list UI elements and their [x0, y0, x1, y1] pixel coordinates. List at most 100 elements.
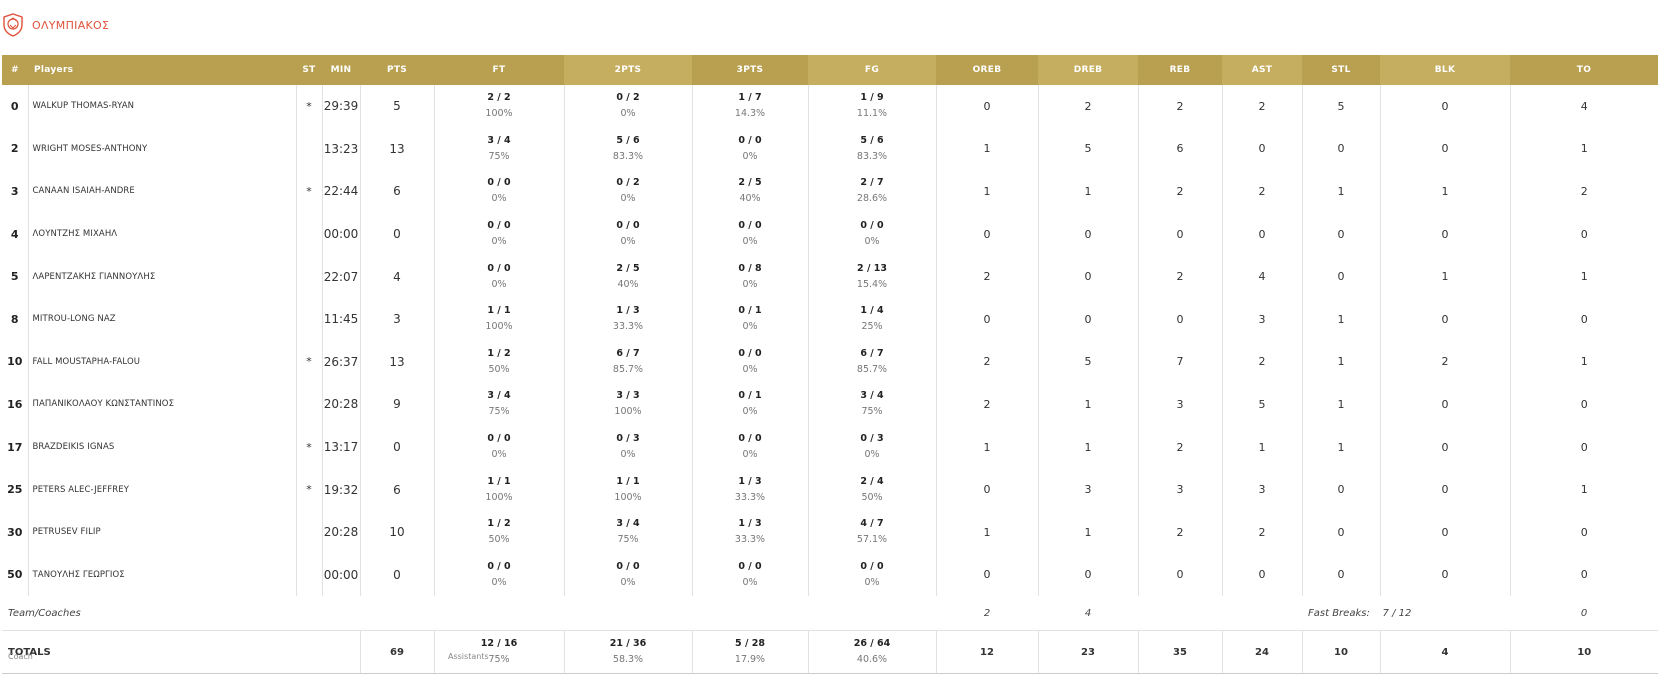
- player-3pts: 0 / 0 0%: [692, 553, 809, 597]
- player-minutes: 22:44: [322, 170, 361, 213]
- col-3pts[interactable]: 3PTS: [692, 55, 808, 85]
- player-to: 2: [1580, 184, 1588, 198]
- col-minutes[interactable]: MIN: [322, 55, 360, 85]
- starter-mark: [296, 127, 323, 171]
- player-fg: 0 / 0 0%: [808, 212, 937, 256]
- totals-ast: 24: [1222, 630, 1303, 675]
- col-reb[interactable]: REB: [1138, 55, 1222, 85]
- player-dreb: 2: [1038, 85, 1139, 128]
- player-fg: 2 / 13 15.4%: [808, 255, 937, 298]
- player-ft: 0 / 0 0%: [434, 255, 565, 298]
- col-points[interactable]: PTS: [360, 55, 434, 85]
- player-ast: 2: [1222, 510, 1303, 554]
- player-stl: 1: [1302, 297, 1381, 341]
- player-name[interactable]: WRIGHT MOSES-ANTHONY: [28, 127, 297, 171]
- player-2pts: 1 / 3 33.3%: [564, 297, 693, 341]
- player-minutes: 00:00: [322, 553, 361, 597]
- player-name[interactable]: MITROU-LONG NAZ: [28, 297, 297, 341]
- player-dreb: 1: [1038, 425, 1139, 469]
- col-stl[interactable]: STL: [1302, 55, 1380, 85]
- player-3pts: 0 / 0 0%: [692, 212, 809, 256]
- player-ft: 0 / 0 0%: [434, 425, 565, 469]
- player-ast: 2: [1222, 85, 1303, 128]
- col-ft[interactable]: FT: [434, 55, 564, 85]
- player-points: 10: [360, 510, 435, 554]
- player-name[interactable]: ΛΑΡΕΝΤΖΑΚΗΣ ΓΙΑΝΝΟΥΛΗΣ: [28, 255, 297, 298]
- player-name[interactable]: WALKUP THOMAS-RYAN: [28, 85, 297, 128]
- col-starter[interactable]: ST: [296, 55, 322, 85]
- player-fg: 3 / 4 75%: [808, 383, 937, 426]
- starter-mark: [296, 212, 323, 256]
- totals-to: 10: [1510, 630, 1658, 675]
- totals-fg: 26 / 64 40.6%: [808, 630, 937, 675]
- player-dreb: 5: [1038, 340, 1139, 384]
- col-number[interactable]: #: [2, 55, 28, 85]
- col-players[interactable]: Players: [28, 55, 296, 85]
- player-blk: 0: [1380, 127, 1511, 171]
- player-dreb: 0: [1038, 553, 1139, 597]
- player-minutes: 29:39: [322, 85, 361, 128]
- col-blk[interactable]: BLK: [1380, 55, 1510, 85]
- player-reb: 3: [1138, 383, 1223, 426]
- team-to: 0: [1580, 607, 1588, 619]
- player-name[interactable]: CANAAN ISAIAH-ANDRE: [28, 170, 297, 213]
- player-name[interactable]: ΛΟΥΝΤΖΗΣ ΜΙΧΑΗΛ: [28, 212, 297, 256]
- player-oreb: 2: [936, 255, 1039, 298]
- player-stl: 0: [1302, 255, 1381, 298]
- totals-stl: 10: [1302, 630, 1381, 675]
- player-name[interactable]: FALL MOUSTAPHA-FALOU: [28, 340, 297, 384]
- totals-3pts: 5 / 28 17.9%: [692, 630, 809, 675]
- player-points: 4: [360, 255, 435, 298]
- olympiacos-crest-icon: [0, 12, 26, 38]
- fast-breaks: Fast Breaks: 7 / 12: [1302, 596, 1510, 631]
- coach-label: Coach: [8, 652, 33, 661]
- fast-breaks-label: Fast Breaks:: [1308, 607, 1370, 619]
- player-number: 10: [2, 340, 29, 384]
- team-name[interactable]: ΟΛΥΜΠΙΑΚΟΣ: [32, 19, 109, 32]
- assistants-label: Assistants: [448, 652, 489, 661]
- col-dreb[interactable]: DREB: [1038, 55, 1138, 85]
- col-oreb[interactable]: OREB: [936, 55, 1038, 85]
- player-name[interactable]: PETRUSEV FILIP: [28, 510, 297, 554]
- player-reb: 2: [1138, 85, 1223, 128]
- starter-mark: [296, 297, 323, 341]
- player-ft: 3 / 4 75%: [434, 127, 565, 171]
- player-row: 4 ΛΟΥΝΤΖΗΣ ΜΙΧΑΗΛ 00:00 0 0 / 0 0% 0 / 00…: [2, 212, 1658, 256]
- totals-points: 69: [360, 630, 435, 675]
- player-row: 50 ΤΑΝΟΥΛΗΣ ΓΕΩΡΓΙΟΣ 00:00 0 0 / 0 0% 0 /…: [2, 553, 1658, 597]
- player-oreb: 0: [936, 553, 1039, 597]
- player-name[interactable]: PETERS ALEC-JEFFREY: [28, 468, 297, 511]
- player-row: 30 PETRUSEV FILIP 20:28 10 1 / 2 50% 3 / …: [2, 510, 1658, 554]
- player-to: 1: [1580, 270, 1588, 284]
- player-2pts: 6 / 7 85.7%: [564, 340, 693, 384]
- player-fg: 2 / 7 28.6%: [808, 170, 937, 213]
- player-name[interactable]: BRAZDEIKIS IGNAS: [28, 425, 297, 469]
- player-fg: 4 / 7 57.1%: [808, 510, 937, 554]
- col-2pts[interactable]: 2PTS: [564, 55, 692, 85]
- col-fg[interactable]: FG: [808, 55, 936, 85]
- player-ft: 1 / 1 100%: [434, 468, 565, 511]
- player-minutes: 22:07: [322, 255, 361, 298]
- player-stl: 0: [1302, 510, 1381, 554]
- player-ft: 0 / 0 0%: [434, 212, 565, 256]
- player-name[interactable]: ΠΑΠΑΝΙΚΟΛΑΟΥ ΚΩΝΣΤΑΝΤΙΝΟΣ: [28, 383, 297, 426]
- player-ast: 2: [1222, 170, 1303, 213]
- player-ft: 1 / 1 100%: [434, 297, 565, 341]
- col-to[interactable]: TO: [1510, 55, 1658, 85]
- player-3pts: 0 / 8 0%: [692, 255, 809, 298]
- player-blk: 0: [1380, 510, 1511, 554]
- player-fg: 6 / 7 85.7%: [808, 340, 937, 384]
- player-number: 4: [2, 212, 29, 256]
- player-name[interactable]: ΤΑΝΟΥΛΗΣ ΓΕΩΡΓΙΟΣ: [28, 553, 297, 597]
- player-fg: 2 / 4 50%: [808, 468, 937, 511]
- player-row: 0 WALKUP THOMAS-RYAN * 29:39 5 2 / 2 100%…: [2, 85, 1658, 128]
- player-ft: 2 / 2 100%: [434, 85, 565, 128]
- col-ast[interactable]: AST: [1222, 55, 1302, 85]
- team-oreb: 2: [983, 607, 991, 619]
- player-2pts: 2 / 5 40%: [564, 255, 693, 298]
- totals-reb: 35: [1138, 630, 1223, 675]
- player-blk: 0: [1380, 468, 1511, 511]
- player-ast: 3: [1222, 297, 1303, 341]
- player-points: 13: [360, 127, 435, 171]
- player-row: 25 PETERS ALEC-JEFFREY * 19:32 6 1 / 1 10…: [2, 468, 1658, 511]
